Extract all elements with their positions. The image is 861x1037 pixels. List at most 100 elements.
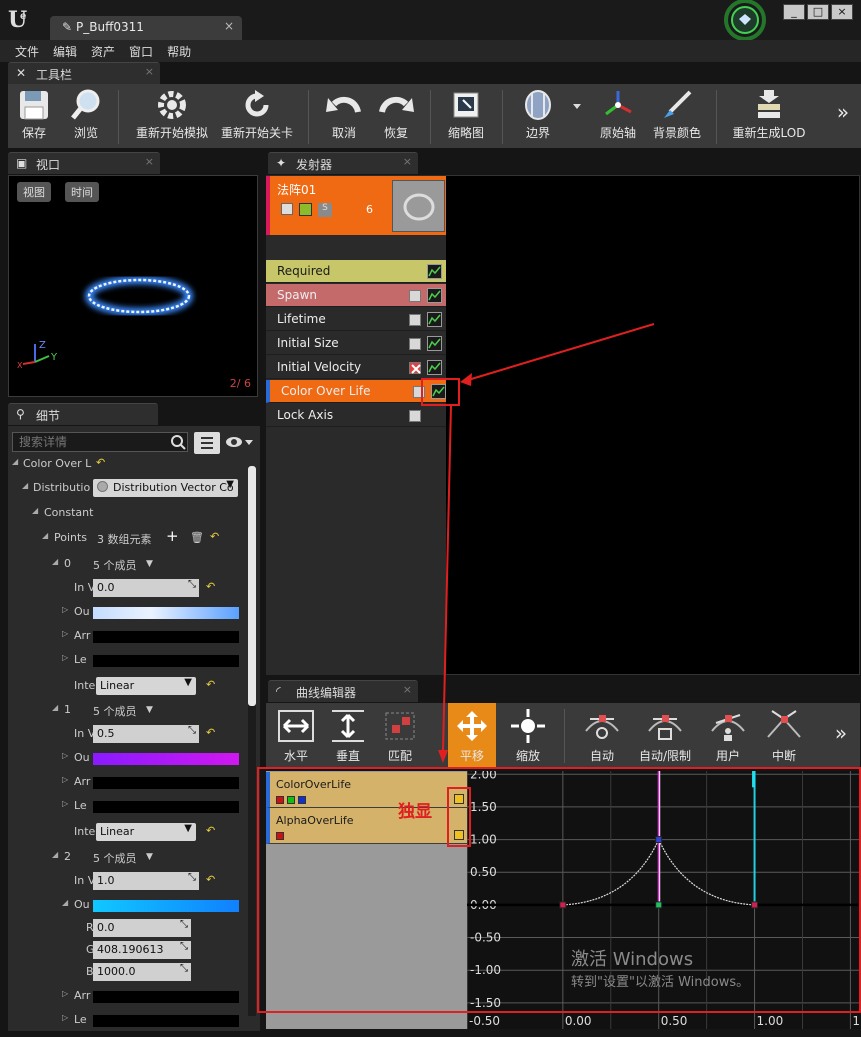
curve-toolbar-overflow-button[interactable]: » bbox=[826, 703, 856, 767]
module-enable-checkbox[interactable] bbox=[409, 338, 421, 350]
curve-toggle-icon[interactable] bbox=[427, 360, 442, 375]
toolbar-overflow-button[interactable]: » bbox=[828, 84, 858, 148]
close-button[interactable]: × bbox=[831, 4, 853, 20]
point-2-in-val[interactable]: In V 1.0 ⤡ ↶ bbox=[8, 869, 250, 893]
prop-points[interactable]: ◢ Points 3 数组元素 + 🗑 ↶ bbox=[8, 526, 250, 550]
time-menu-button[interactable]: 时间 bbox=[65, 182, 99, 202]
browse-button[interactable]: 浏览 bbox=[62, 84, 110, 148]
emitter-header[interactable]: 法阵01 S 6 bbox=[266, 176, 446, 235]
prop-distribution[interactable]: ◢ Distributio Distribution Vector Co ▼ bbox=[8, 476, 250, 500]
point-1-in-val[interactable]: In V 0.5 ⤡ ↶ bbox=[8, 722, 250, 746]
module-enable-checkbox[interactable] bbox=[409, 314, 421, 326]
out-val-1-color[interactable] bbox=[93, 753, 239, 765]
emitters-tab[interactable]: ✦ 发射器 × bbox=[268, 152, 418, 174]
point-0-arrive-tangent[interactable]: ▷ Arr bbox=[8, 624, 250, 648]
module-lifetime[interactable]: Lifetime bbox=[266, 308, 446, 331]
distribution-combo[interactable]: Distribution Vector Co ▼ bbox=[93, 479, 238, 497]
point-0-leave-tangent[interactable]: ▷ Le bbox=[8, 648, 250, 672]
point-0-row[interactable]: ◢ 0 5 个成员 ▼ bbox=[8, 552, 250, 576]
curve-graph-svg[interactable]: 2.00 1.50 1.00 0.50 0.00 -0.50 -1.00 -1.50 -0.50… bbox=[466, 767, 861, 1029]
point-0-out-val[interactable]: ▷ Ou bbox=[8, 600, 250, 624]
redo-button[interactable]: 恢复 bbox=[372, 84, 420, 148]
module-spawn[interactable]: Spawn bbox=[266, 284, 446, 307]
bg-color-button[interactable]: 背景颜色 bbox=[648, 84, 706, 148]
menu-asset[interactable]: 资产 bbox=[84, 40, 122, 62]
auto-clamped-button[interactable]: 自动/限制 bbox=[630, 703, 700, 767]
document-tab[interactable]: ✎ P_Buff0311 × bbox=[50, 16, 242, 40]
out-val-0-color[interactable] bbox=[93, 607, 239, 619]
curve-toggle-icon[interactable] bbox=[427, 264, 442, 279]
menu-help[interactable]: 帮助 bbox=[160, 40, 198, 62]
module-required[interactable]: Required bbox=[266, 260, 446, 283]
close-tab-icon[interactable]: × bbox=[403, 155, 412, 168]
auto-tangent-button[interactable]: 自动 bbox=[578, 703, 626, 767]
channel-r-toggle[interactable] bbox=[276, 832, 284, 840]
curve-track-color[interactable]: ColorOverLife bbox=[266, 772, 467, 808]
close-tab-icon[interactable]: × bbox=[145, 155, 154, 168]
r-field[interactable]: 0.0 ⤡ bbox=[93, 919, 191, 937]
search-details-input[interactable] bbox=[12, 432, 188, 452]
details-tab[interactable]: ⚲ 细节 bbox=[8, 403, 158, 425]
user-tangent-button[interactable]: 用户 bbox=[704, 703, 752, 767]
property-matrix-button[interactable] bbox=[194, 432, 220, 454]
point-1-arrive-tangent[interactable]: ▷ Arr bbox=[8, 770, 250, 794]
out-val-2-color[interactable] bbox=[93, 900, 239, 912]
minimize-button[interactable]: _ bbox=[783, 4, 805, 20]
curve-editor-tab[interactable]: ◜ 曲线编辑器 × bbox=[268, 680, 418, 702]
origin-axis-button[interactable]: 原始轴 bbox=[592, 84, 644, 148]
point-1-interp[interactable]: Inte Linear ▼ ↶ bbox=[8, 820, 250, 844]
module-initial-size[interactable]: Initial Size bbox=[266, 332, 446, 355]
point-1-leave-tangent[interactable]: ▷ Le bbox=[8, 794, 250, 818]
module-disabled-checkbox[interactable] bbox=[409, 362, 421, 374]
b-field[interactable]: 1000.0 ⤡ bbox=[93, 963, 191, 981]
undo-button[interactable]: 取消 bbox=[320, 84, 368, 148]
fit-vertical-button[interactable]: 垂直 bbox=[324, 703, 372, 767]
viewport-tab[interactable]: ▣ 视口 × bbox=[8, 152, 160, 174]
point-2-arrive-tangent[interactable]: ▷ Arr bbox=[8, 984, 250, 1008]
module-enable-checkbox[interactable] bbox=[409, 290, 421, 302]
channel-b-toggle[interactable] bbox=[298, 796, 306, 804]
zoom-button[interactable]: 缩放 bbox=[504, 703, 552, 767]
module-enable-checkbox[interactable] bbox=[409, 410, 421, 422]
curve-graph[interactable]: 2.00 1.50 1.00 0.50 0.00 -0.50 -1.00 -1.50 -0.50… bbox=[466, 767, 861, 1029]
menu-window[interactable]: 窗口 bbox=[122, 40, 160, 62]
module-initial-velocity[interactable]: Initial Velocity bbox=[266, 356, 446, 379]
point-2-out-val[interactable]: ◢ Ou bbox=[8, 893, 250, 917]
render-mode-icon[interactable] bbox=[299, 203, 312, 216]
channel-r-toggle[interactable] bbox=[276, 796, 284, 804]
details-scrollbar-thumb[interactable] bbox=[248, 466, 256, 706]
point-1-out-val[interactable]: ▷ Ou bbox=[8, 746, 250, 770]
channel-g-toggle[interactable] bbox=[287, 796, 295, 804]
point-0-in-val[interactable]: In V 0.0 ⤡ ↶ bbox=[8, 576, 250, 600]
g-field[interactable]: 408.190613 ⤡ bbox=[93, 941, 191, 959]
point-2-g[interactable]: G 408.190613 ⤡ bbox=[8, 938, 250, 962]
point-2-b[interactable]: B 1000.0 ⤡ bbox=[8, 960, 250, 984]
regen-lod-button[interactable]: 重新生成LOD bbox=[726, 84, 812, 148]
fit-horizontal-button[interactable]: 水平 bbox=[272, 703, 320, 767]
close-tab-icon[interactable]: × bbox=[403, 683, 412, 696]
emitter-enable-checkbox[interactable] bbox=[281, 203, 293, 215]
toolbar-tab[interactable]: ✕ 工具栏 × bbox=[8, 62, 160, 84]
pan-button[interactable]: 平移 bbox=[448, 703, 496, 767]
solo-toggle[interactable] bbox=[454, 830, 464, 840]
menu-file[interactable]: 文件 bbox=[8, 40, 46, 62]
curve-toggle-icon[interactable] bbox=[427, 312, 442, 327]
bounds-dropdown[interactable] bbox=[570, 84, 584, 148]
solo-icon[interactable]: S bbox=[318, 203, 332, 217]
break-tangent-button[interactable]: 中断 bbox=[758, 703, 810, 767]
point-2-r[interactable]: R 0.0 ⤡ bbox=[8, 916, 250, 940]
prop-constant-curve[interactable]: ◢ Constant bbox=[8, 501, 250, 525]
module-lock-axis[interactable]: Lock Axis bbox=[266, 404, 446, 427]
viewport[interactable]: 视图 时间 Z Y X 2/ 6 bbox=[8, 175, 258, 397]
module-color-over-life[interactable]: Color Over Life bbox=[266, 380, 446, 403]
in-val-0-field[interactable]: 0.0 ⤡ bbox=[93, 579, 199, 597]
module-enable-checkbox[interactable] bbox=[413, 386, 425, 398]
source-control-icon[interactable] bbox=[717, 0, 773, 42]
point-1-row[interactable]: ◢ 1 5 个成员 ▼ bbox=[8, 698, 250, 722]
point-2-row[interactable]: ◢ 2 5 个成员 ▼ bbox=[8, 845, 250, 869]
thumbnail-button[interactable]: 缩略图 bbox=[440, 84, 492, 148]
close-tab-icon[interactable]: × bbox=[145, 65, 154, 78]
prop-color-over-life[interactable]: ◢ Color Over L ↶ bbox=[8, 452, 250, 476]
restart-sim-button[interactable]: 重新开始模拟 bbox=[132, 84, 212, 148]
in-val-2-field[interactable]: 1.0 ⤡ bbox=[93, 872, 199, 890]
